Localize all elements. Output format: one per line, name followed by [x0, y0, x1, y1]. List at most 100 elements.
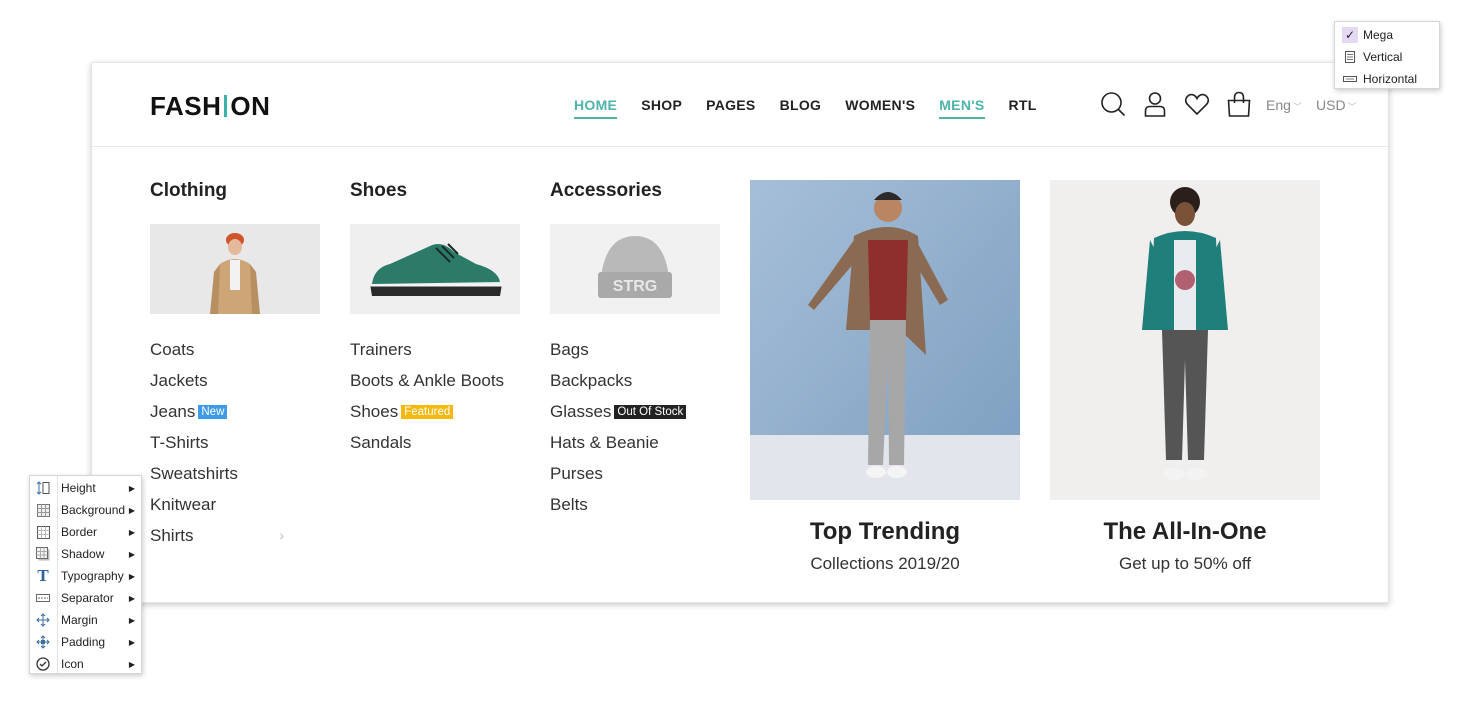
shoes-list: Trainers Boots & Ankle Boots Shoes Featur…: [350, 340, 520, 464]
promo-all-in-one[interactable]: The All-In-One Get up to 50% off: [1050, 180, 1320, 574]
item-label: Belts: [550, 495, 588, 514]
column-title: Shoes: [350, 180, 408, 201]
menu-style-horizontal[interactable]: Horizontal: [1337, 68, 1437, 90]
item-label: Boots & Ankle Boots: [350, 371, 505, 390]
list-item[interactable]: Boots & Ankle Boots: [350, 371, 520, 402]
coat-model-illustration: [150, 224, 320, 314]
user-icon[interactable]: [1142, 91, 1168, 117]
list-item[interactable]: Glasses Out Of Stock: [550, 402, 720, 433]
nav-home[interactable]: HOME: [574, 97, 618, 119]
nav-mens[interactable]: MEN'S: [939, 97, 985, 119]
list-item[interactable]: Shirts ›: [150, 526, 320, 557]
style-context-menu: Height ▶ Background ▶ Border ▶ Shadow ▶ T Ty…: [29, 475, 142, 674]
typography-icon: T: [37, 566, 49, 585]
list-item[interactable]: Knitwear: [150, 495, 320, 526]
height-icon: [30, 481, 56, 495]
menu-item-typography[interactable]: T Typography ▶: [30, 565, 141, 587]
item-label: Backpacks: [550, 371, 633, 390]
nav-pages[interactable]: PAGES: [706, 97, 755, 119]
logo[interactable]: FASH ON: [150, 91, 270, 122]
promo-image: [1050, 180, 1320, 500]
list-item[interactable]: Sandals: [350, 433, 520, 464]
nav-blog[interactable]: BLOG: [780, 97, 822, 119]
background-icon: [30, 503, 56, 517]
nav-rtl[interactable]: RTL: [1009, 97, 1037, 119]
accessories-list: Bags Backpacks Glasses Out Of Stock Hats …: [550, 340, 720, 526]
item-label: Shoes: [350, 402, 399, 421]
mega-menu-preview: FASH ON HOME SHOP PAGES BLOG WOMEN'S MEN'…: [91, 62, 1389, 603]
language-select[interactable]: Eng ﹀: [1266, 97, 1302, 113]
featured-badge: Featured: [401, 405, 454, 419]
horizontal-bar-icon: [1337, 75, 1363, 83]
currency-select[interactable]: USD ﹀: [1316, 97, 1357, 113]
item-label: Glasses: [550, 402, 612, 421]
item-label: Jeans: [150, 402, 196, 421]
clothing-image[interactable]: [150, 224, 320, 314]
item-label: Bags: [550, 340, 589, 359]
submenu-arrow-icon: ▶: [128, 571, 135, 581]
menu-item-icon[interactable]: Icon ▶: [30, 653, 141, 675]
nav-womens[interactable]: WOMEN'S: [845, 97, 915, 119]
heart-icon[interactable]: [1184, 91, 1210, 117]
nav-shop[interactable]: SHOP: [641, 97, 682, 119]
column-title: Accessories: [550, 180, 662, 201]
menu-item-border[interactable]: Border ▶: [30, 521, 141, 543]
menu-item-label: Icon: [61, 657, 84, 671]
list-item[interactable]: Bags: [550, 340, 720, 371]
logo-i-bar: [224, 95, 228, 117]
new-badge: New: [198, 405, 228, 419]
list-item[interactable]: Trainers: [350, 340, 520, 371]
menu-item-padding[interactable]: Padding ▶: [30, 631, 141, 653]
list-item[interactable]: Purses: [550, 464, 720, 495]
item-label: Trainers: [350, 340, 412, 359]
clothing-list: Coats Jackets Jeans New T-Shirts Sweatshi…: [150, 340, 320, 557]
currency-value: USD: [1316, 97, 1346, 113]
menu-style-vertical[interactable]: Vertical: [1337, 46, 1437, 68]
menu-column-accessories: Accessories STRG Bags Backpacks Glasses O…: [550, 180, 720, 526]
logo-text-right: ON: [230, 91, 271, 121]
margin-icon: [30, 613, 56, 627]
promo-top-trending[interactable]: Top Trending Collections 2019/20: [750, 180, 1020, 574]
item-label: T-Shirts: [150, 433, 209, 452]
column-title: Clothing: [150, 180, 228, 201]
list-item[interactable]: Sweatshirts: [150, 464, 320, 495]
out-of-stock-badge: Out Of Stock: [614, 405, 687, 419]
submenu-arrow-icon: ▶: [128, 549, 135, 559]
menu-item-label: Border: [61, 525, 98, 539]
option-label: Horizontal: [1363, 72, 1418, 86]
shoes-image[interactable]: [350, 224, 520, 314]
list-item[interactable]: Backpacks: [550, 371, 720, 402]
search-icon[interactable]: [1100, 91, 1126, 117]
menu-item-shadow[interactable]: Shadow ▶: [30, 543, 141, 565]
border-icon: [30, 525, 56, 539]
shadow-icon: [30, 547, 56, 561]
chevron-down-icon: ﹀: [1347, 102, 1357, 112]
menu-style-mega[interactable]: ✓ Mega: [1337, 24, 1437, 46]
list-item[interactable]: Jeans New: [150, 402, 320, 433]
sneaker-illustration: [350, 224, 520, 314]
menu-item-background[interactable]: Background ▶: [30, 499, 141, 521]
accessories-image[interactable]: STRG: [550, 224, 720, 314]
option-label: Vertical: [1363, 50, 1403, 64]
menu-item-label: Separator: [61, 591, 114, 605]
promo-image: [750, 180, 1020, 500]
item-label: Coats: [150, 340, 195, 359]
submenu-arrow-icon: ▶: [128, 593, 135, 603]
list-item[interactable]: Hats & Beanie: [550, 433, 720, 464]
chevron-down-icon: ﹀: [1292, 102, 1302, 112]
menu-item-label: Typography: [61, 569, 124, 583]
list-item[interactable]: Shoes Featured: [350, 402, 520, 433]
list-item[interactable]: Jackets: [150, 371, 320, 402]
submenu-arrow-icon: ▶: [128, 505, 135, 515]
list-item[interactable]: T-Shirts: [150, 433, 320, 464]
menu-item-separator[interactable]: Separator ▶: [30, 587, 141, 609]
menu-item-height[interactable]: Height ▶: [30, 477, 141, 499]
item-label: Purses: [550, 464, 603, 483]
shopping-bag-icon[interactable]: [1226, 91, 1252, 117]
separator-icon: [30, 594, 56, 602]
check-icon: ✓: [1337, 27, 1363, 43]
list-item[interactable]: Coats: [150, 340, 320, 371]
menu-item-margin[interactable]: Margin ▶: [30, 609, 141, 631]
list-item[interactable]: Belts: [550, 495, 720, 526]
beanie-print-text: STRG: [613, 278, 657, 295]
